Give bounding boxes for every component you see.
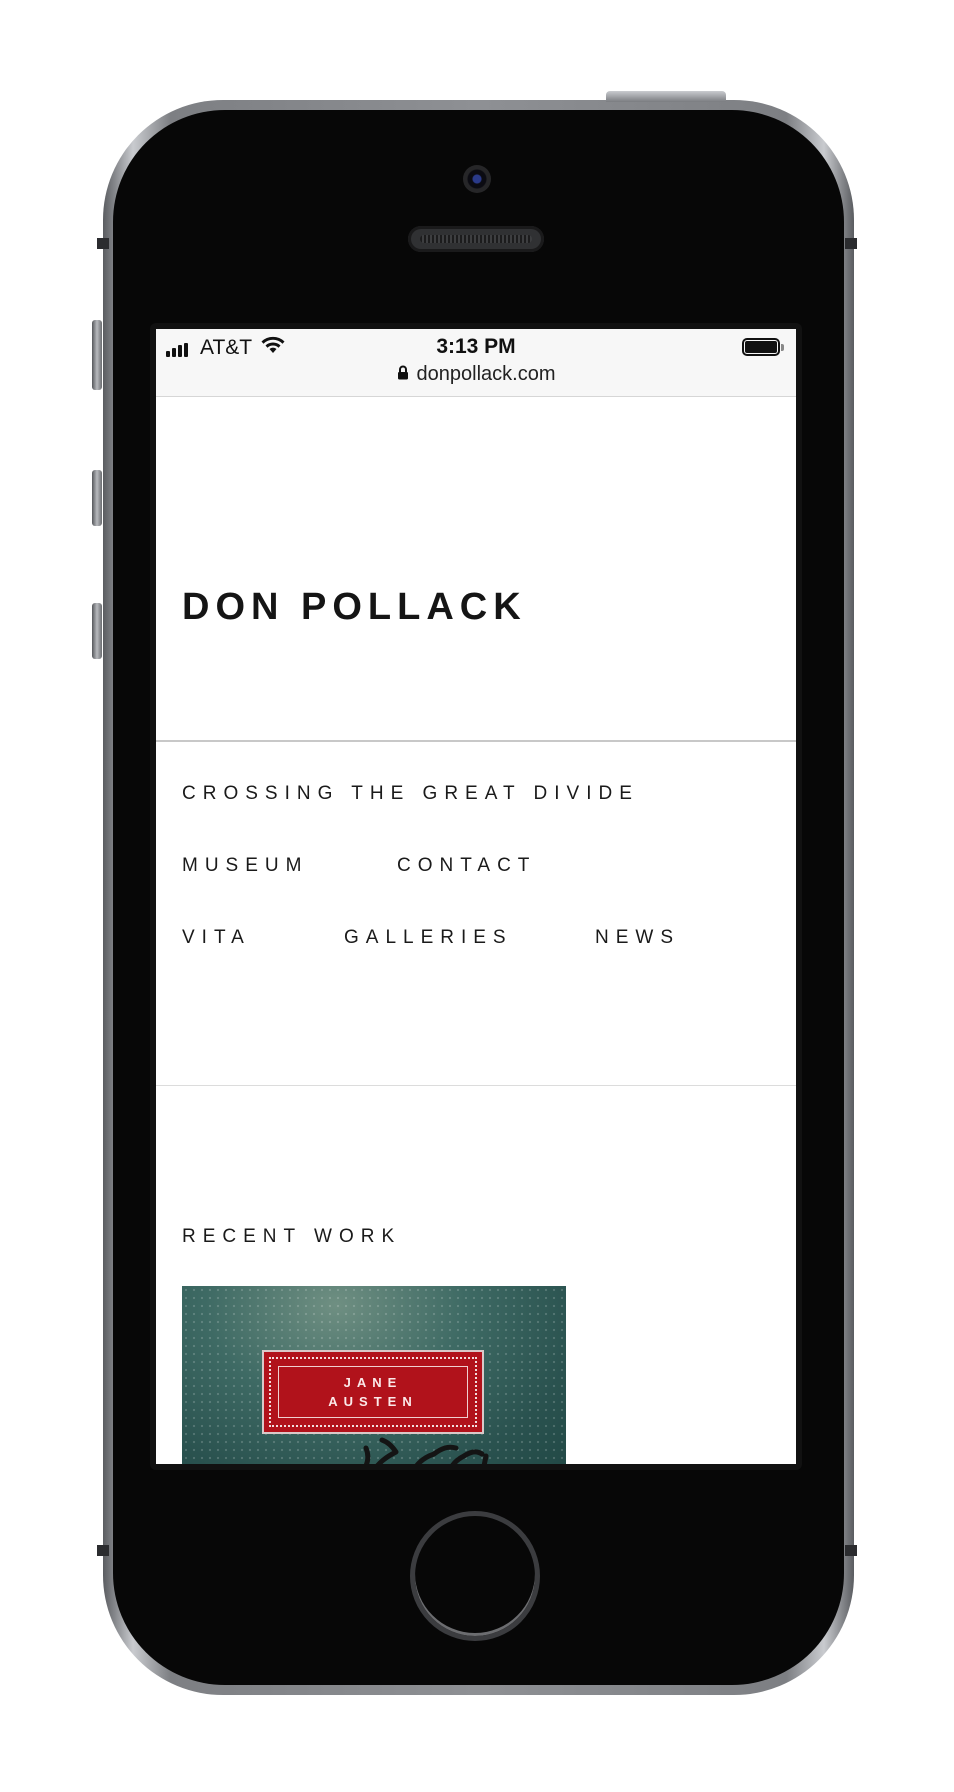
status-time: 3:13 PM	[436, 335, 516, 358]
earpiece-speaker	[408, 226, 544, 252]
url-text: donpollack.com	[416, 363, 556, 385]
recent-work-image[interactable]: JANE AUSTEN	[182, 1286, 566, 1464]
site-title[interactable]: DON POLLACK	[182, 586, 527, 629]
nav-link-galleries[interactable]: GALLERIES	[344, 927, 513, 949]
recent-work-heading: RECENT WORK	[182, 1226, 402, 1247]
antenna-band	[845, 238, 857, 249]
nav-link-vita[interactable]: VITA	[182, 927, 251, 949]
antenna-band	[97, 238, 109, 249]
antler-branches	[363, 1437, 489, 1464]
book-title-plate: JANE AUSTEN	[262, 1350, 484, 1434]
volume-down-button	[92, 603, 102, 659]
antenna-band	[845, 1545, 857, 1556]
nav-link-news[interactable]: NEWS	[595, 927, 680, 949]
address-bar[interactable]: donpollack.com	[156, 363, 796, 386]
volume-up-button	[92, 470, 102, 526]
lock-icon	[397, 363, 409, 386]
screen: AT&T 3:13 PM donpollack.com DON POLLACK …	[156, 329, 796, 1464]
header-divider	[156, 740, 796, 742]
power-button	[606, 91, 726, 102]
home-button[interactable]	[410, 1511, 540, 1641]
front-camera	[463, 165, 491, 193]
nav-link-crossing-the-great-divide[interactable]: CROSSING THE GREAT DIVIDE	[182, 783, 639, 805]
antenna-band	[97, 1545, 109, 1556]
artwork-text-line: AUSTEN	[328, 1394, 418, 1409]
nav-divider	[156, 1085, 796, 1086]
mute-switch	[92, 320, 102, 390]
status-bar: AT&T 3:13 PM donpollack.com	[156, 329, 796, 397]
nav-link-museum[interactable]: MUSEUM	[182, 855, 308, 877]
nav-link-contact[interactable]: CONTACT	[397, 855, 536, 877]
battery-icon	[742, 338, 780, 356]
battery-cap	[781, 344, 784, 351]
artwork-text-line: JANE	[343, 1375, 403, 1390]
